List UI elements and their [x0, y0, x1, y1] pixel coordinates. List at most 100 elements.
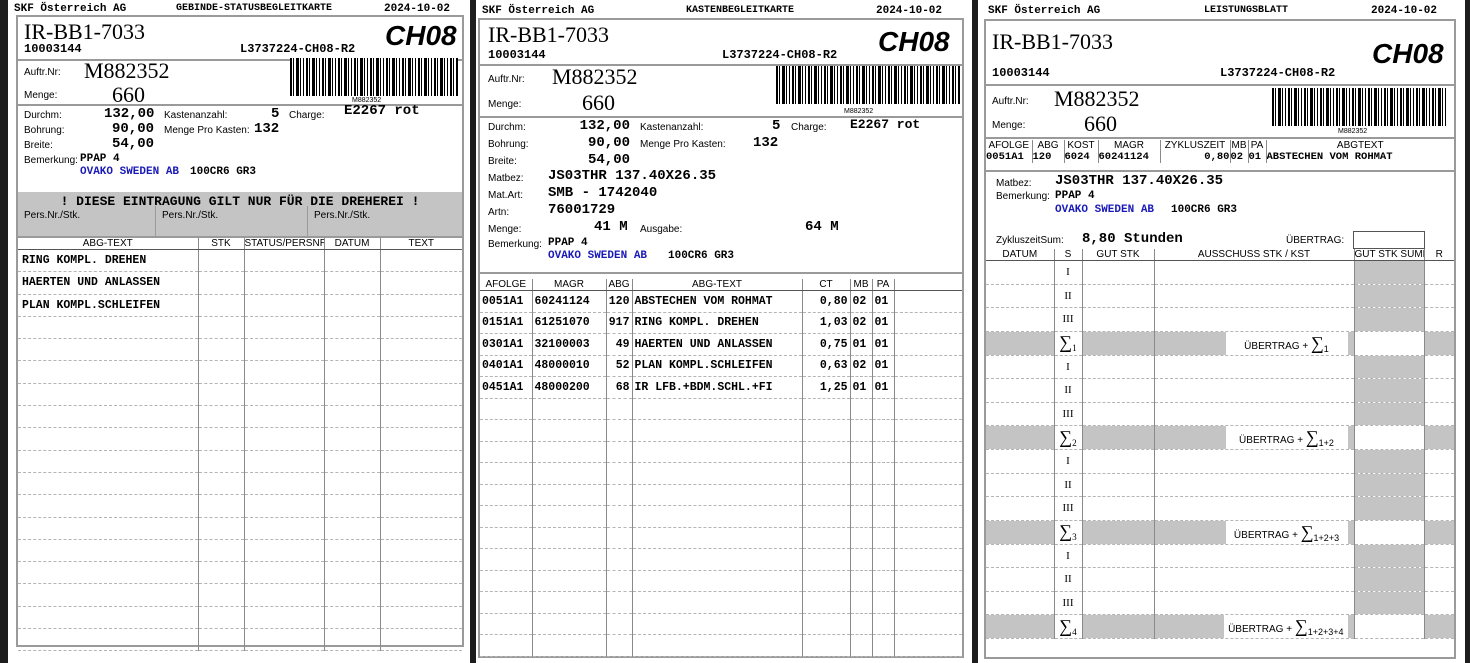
table-cell[interactable]: [324, 383, 381, 407]
gut-stk-cell[interactable]: [1082, 544, 1155, 568]
table-cell[interactable]: [244, 450, 325, 473]
table-cell[interactable]: [244, 583, 325, 607]
date-cell[interactable]: [986, 473, 1055, 497]
table-cell[interactable]: [244, 316, 325, 340]
gut-stk-cell[interactable]: [1082, 449, 1155, 474]
table-cell[interactable]: [324, 606, 381, 630]
table-cell[interactable]: [198, 294, 245, 317]
table-cell[interactable]: [380, 294, 462, 317]
date-cell[interactable]: [986, 284, 1055, 308]
table-cell[interactable]: [380, 472, 462, 496]
gut-stk-cell[interactable]: [1082, 425, 1155, 450]
table-cell[interactable]: [380, 561, 462, 585]
date-cell[interactable]: [986, 307, 1055, 332]
table-cell[interactable]: [198, 405, 245, 429]
ausschuss-cell[interactable]: [1154, 591, 1355, 615]
table-cell[interactable]: [244, 472, 325, 496]
table-cell[interactable]: [380, 249, 462, 273]
table-cell[interactable]: [244, 405, 325, 429]
table-cell[interactable]: [324, 405, 381, 429]
table-cell[interactable]: [198, 360, 245, 384]
r-cell[interactable]: [1424, 567, 1454, 592]
table-cell[interactable]: [244, 561, 325, 585]
date-cell[interactable]: [986, 260, 1055, 285]
table-cell[interactable]: [380, 405, 462, 429]
uebertrag-input[interactable]: [1353, 231, 1425, 249]
table-cell[interactable]: [198, 472, 245, 496]
table-cell[interactable]: [324, 427, 381, 451]
table-cell[interactable]: [324, 360, 381, 384]
table-cell[interactable]: [244, 271, 325, 295]
summen-cell[interactable]: [1354, 614, 1425, 639]
date-cell[interactable]: [986, 544, 1055, 568]
table-cell[interactable]: [198, 539, 245, 563]
ausschuss-cell[interactable]: [1154, 260, 1355, 285]
date-cell[interactable]: [986, 496, 1055, 521]
table-cell[interactable]: [198, 583, 245, 607]
table-cell[interactable]: [324, 561, 381, 585]
date-cell[interactable]: [986, 567, 1055, 592]
table-cell[interactable]: [380, 338, 462, 362]
summen-cell[interactable]: [1354, 331, 1425, 356]
date-cell[interactable]: [986, 355, 1055, 379]
table-cell[interactable]: [380, 316, 462, 340]
ausschuss-cell[interactable]: [1154, 355, 1355, 379]
ausschuss-cell[interactable]: [1154, 284, 1355, 308]
r-cell[interactable]: [1424, 473, 1454, 497]
r-cell[interactable]: [1424, 284, 1454, 308]
table-cell[interactable]: [380, 494, 462, 518]
r-cell[interactable]: [1424, 544, 1454, 568]
r-cell[interactable]: [1424, 307, 1454, 332]
table-cell[interactable]: [380, 628, 462, 652]
table-cell[interactable]: [380, 517, 462, 540]
gut-stk-cell[interactable]: [1082, 331, 1155, 356]
table-cell[interactable]: [198, 494, 245, 518]
table-cell[interactable]: [380, 271, 462, 295]
ausschuss-cell[interactable]: [1154, 567, 1355, 592]
gut-stk-cell[interactable]: [1082, 567, 1155, 592]
ausschuss-cell[interactable]: [1154, 449, 1355, 474]
table-cell[interactable]: [198, 427, 245, 451]
table-cell[interactable]: [244, 517, 325, 540]
r-cell[interactable]: [1424, 402, 1454, 426]
table-cell[interactable]: [244, 360, 325, 384]
ausschuss-cell[interactable]: [1154, 473, 1355, 497]
gut-stk-cell[interactable]: [1082, 260, 1155, 285]
gut-stk-cell[interactable]: [1082, 307, 1155, 332]
table-cell[interactable]: [380, 539, 462, 563]
table-cell[interactable]: [324, 271, 381, 295]
table-cell[interactable]: [380, 450, 462, 473]
table-cell[interactable]: [198, 517, 245, 540]
table-cell[interactable]: [198, 316, 245, 340]
table-cell[interactable]: [324, 472, 381, 496]
date-cell[interactable]: [986, 449, 1055, 474]
ausschuss-cell[interactable]: [1154, 378, 1355, 403]
gut-stk-cell[interactable]: [1082, 402, 1155, 426]
gut-stk-cell[interactable]: [1082, 591, 1155, 615]
table-cell[interactable]: [244, 628, 325, 652]
ausschuss-cell[interactable]: [1154, 544, 1355, 568]
table-cell[interactable]: [244, 606, 325, 630]
table-cell[interactable]: [324, 316, 381, 340]
table-cell[interactable]: [198, 383, 245, 407]
r-cell[interactable]: [1424, 355, 1454, 379]
table-cell[interactable]: [198, 249, 245, 273]
table-cell[interactable]: [324, 338, 381, 362]
table-cell[interactable]: [324, 628, 381, 652]
table-cell[interactable]: [244, 294, 325, 317]
table-cell[interactable]: [244, 383, 325, 407]
date-cell[interactable]: [986, 378, 1055, 403]
table-cell[interactable]: [244, 494, 325, 518]
date-cell[interactable]: [986, 402, 1055, 426]
table-cell[interactable]: [198, 271, 245, 295]
r-cell[interactable]: [1424, 449, 1454, 474]
summen-cell[interactable]: [1354, 520, 1425, 545]
ausschuss-cell[interactable]: [1154, 496, 1355, 521]
gut-stk-cell[interactable]: [1082, 520, 1155, 545]
table-cell[interactable]: [324, 249, 381, 273]
table-cell[interactable]: [380, 606, 462, 630]
gut-stk-cell[interactable]: [1082, 473, 1155, 497]
r-cell[interactable]: [1424, 496, 1454, 521]
table-cell[interactable]: [324, 539, 381, 563]
r-cell[interactable]: [1424, 260, 1454, 285]
